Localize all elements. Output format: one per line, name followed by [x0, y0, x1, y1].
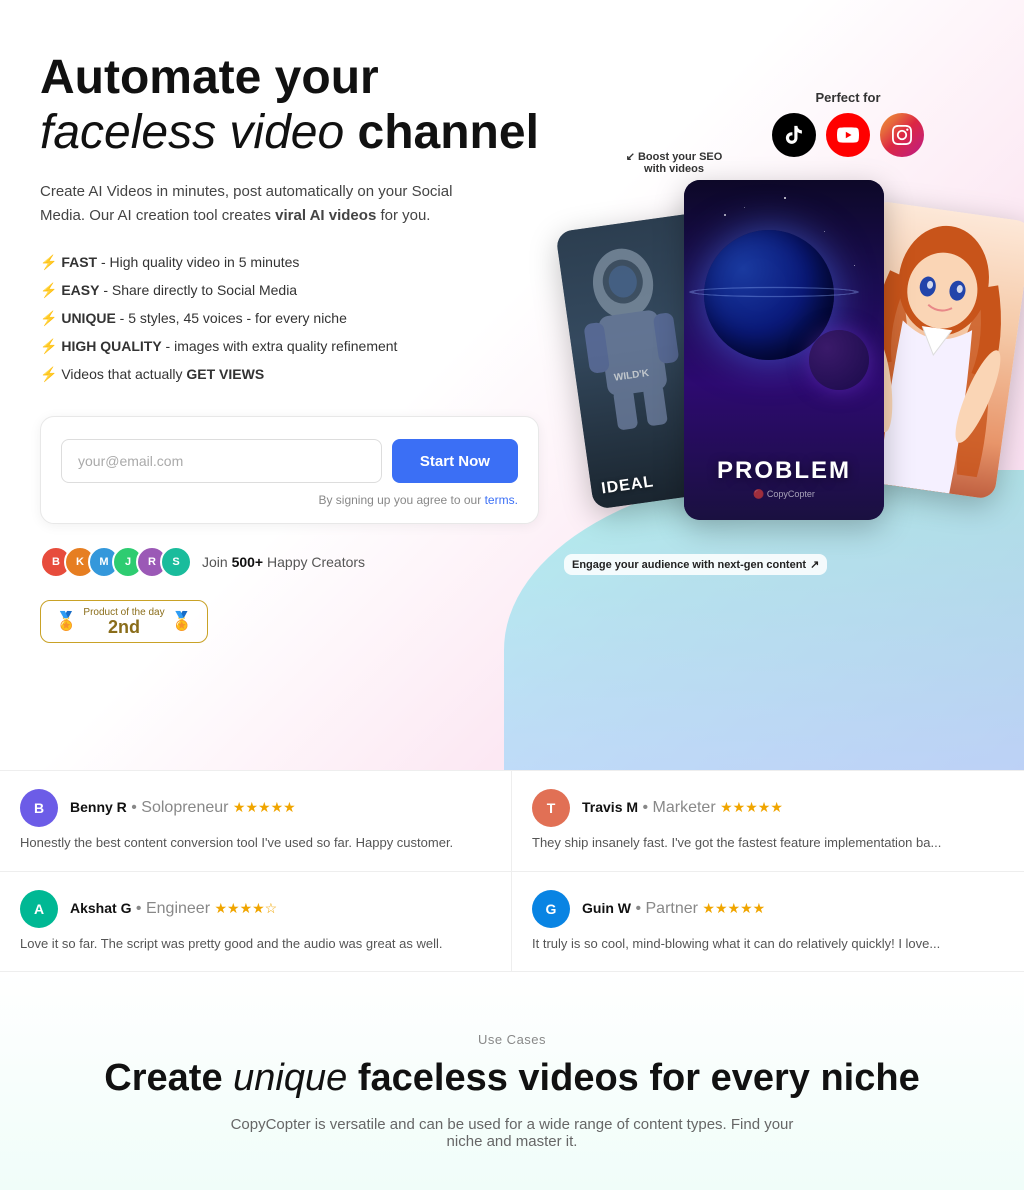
card-watermark: 🔴 CopyCopter [717, 489, 851, 500]
feature-quality: HIGH QUALITY - images with extra quality… [40, 332, 539, 360]
instagram-icon[interactable] [880, 113, 924, 157]
hero-title: Automate your faceless video channel [40, 50, 539, 160]
review-text-2: They ship insanely fast. I've got the fa… [532, 833, 1004, 853]
cards-visual: ↙ Boost your SEO with videos [554, 160, 1024, 590]
reviewer-name-3: Akshat G • Engineer ★★★★☆ [70, 900, 277, 918]
card-problem-label: PROBLEM [717, 457, 851, 485]
use-cases-section: Use Cases Create unique faceless videos … [0, 972, 1024, 1190]
callout-seo: ↙ Boost your SEO with videos [614, 150, 734, 175]
youtube-icon[interactable] [826, 113, 870, 157]
reviewer-avatar-1: B [20, 789, 58, 827]
reviewer-header-1: B Benny R • Solopreneur ★★★★★ [20, 789, 491, 827]
feature-unique: UNIQUE - 5 styles, 45 voices - for every… [40, 304, 539, 332]
use-cases-description: CopyCopter is versatile and can be used … [212, 1116, 812, 1150]
reviewer-avatar-2: T [532, 789, 570, 827]
avatar-6: S [160, 546, 192, 578]
reviewer-name-1: Benny R • Solopreneur ★★★★★ [70, 799, 296, 817]
review-card-4: G Guin W • Partner ★★★★★ It truly is so … [512, 872, 1024, 973]
reviewer-header-3: A Akshat G • Engineer ★★★★☆ [20, 890, 491, 928]
use-cases-title: Create unique faceless videos for every … [40, 1057, 984, 1100]
laurel-right-icon: 🏅 [171, 611, 193, 632]
signup-box: Start Now By signing up you agree to our… [40, 416, 539, 524]
perfect-for-label: Perfect for [772, 90, 924, 105]
feature-easy: EASY - Share directly to Social Media [40, 276, 539, 304]
reviewer-name-4: Guin W • Partner ★★★★★ [582, 900, 765, 918]
callout-engage: Engage your audience with next-gen conte… [564, 554, 827, 575]
hero-section: Automate your faceless video channel Cre… [0, 0, 1024, 770]
laurel-left-icon: 🏅 [55, 611, 77, 632]
reviews-section: B Benny R • Solopreneur ★★★★★ Honestly t… [0, 770, 1024, 972]
review-text-3: Love it so far. The script was pretty go… [20, 934, 491, 954]
social-proof-text: Join 500+ Happy Creators [202, 554, 365, 570]
hero-left-content: Automate your faceless video channel Cre… [40, 30, 539, 710]
reviewer-name-2: Travis M • Marketer ★★★★★ [582, 799, 783, 817]
reviewer-avatar-3: A [20, 890, 58, 928]
card-ideal-label: IDEAL [600, 473, 655, 498]
tiktok-icon[interactable] [772, 113, 816, 157]
reviewer-header-4: G Guin W • Partner ★★★★★ [532, 890, 1004, 928]
perfect-for-section: Perfect for [772, 90, 924, 157]
email-input[interactable] [61, 439, 382, 483]
badge-content: Product of the day 2nd [83, 607, 164, 636]
social-proof: B K M J R S Join 500+ Happy Creators [40, 546, 539, 578]
feature-views: Videos that actually GET VIEWS [40, 360, 539, 388]
signup-row: Start Now [61, 439, 518, 483]
review-text-4: It truly is so cool, mind-blowing what i… [532, 934, 1004, 954]
reviewer-avatar-4: G [532, 890, 570, 928]
avatar-stack: B K M J R S [40, 546, 192, 578]
use-cases-label: Use Cases [40, 1032, 984, 1047]
terms-text: By signing up you agree to our terms. [61, 493, 518, 507]
review-text-1: Honestly the best content conversion too… [20, 833, 491, 853]
review-card-3: A Akshat G • Engineer ★★★★☆ Love it so f… [0, 872, 512, 973]
reviewer-header-2: T Travis M • Marketer ★★★★★ [532, 789, 1004, 827]
review-card-2: T Travis M • Marketer ★★★★★ They ship in… [512, 771, 1024, 872]
reviews-grid: B Benny R • Solopreneur ★★★★★ Honestly t… [0, 770, 1024, 972]
feature-fast: FAST - High quality video in 5 minutes [40, 248, 539, 276]
review-card-1: B Benny R • Solopreneur ★★★★★ Honestly t… [0, 771, 512, 872]
social-icons-row [772, 113, 924, 157]
hero-description: Create AI Videos in minutes, post automa… [40, 180, 500, 228]
features-list: FAST - High quality video in 5 minutes E… [40, 248, 539, 388]
cards-wrapper: ↙ Boost your SEO with videos [554, 160, 1024, 590]
product-badge: 🏅 Product of the day 2nd 🏅 [40, 600, 208, 643]
card-problem: PROBLEM 🔴 CopyCopter [684, 180, 884, 520]
